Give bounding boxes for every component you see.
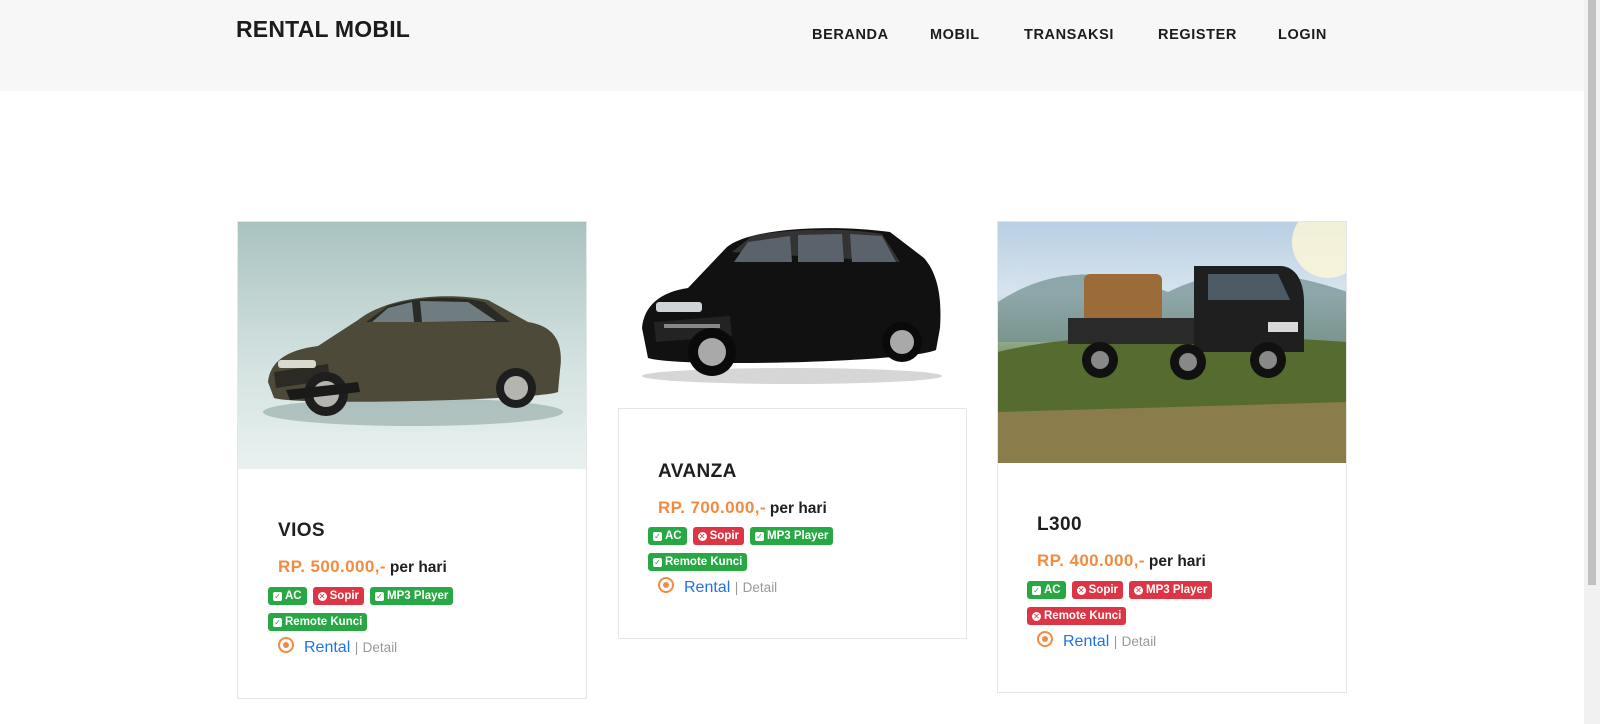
detail-link[interactable]: Detail bbox=[743, 580, 778, 595]
car-image-l300 bbox=[998, 222, 1346, 463]
price-unit: per hari bbox=[389, 559, 447, 576]
main-nav: BERANDA MOBIL TRANSAKSI REGISTER LOGIN bbox=[0, 27, 1584, 49]
nav-login[interactable]: LOGIN bbox=[1278, 27, 1327, 43]
feature-badges: ✓ AC ✕ Sopir ✓ MP3 Player✓ Remote Kunci bbox=[268, 587, 498, 639]
car-name: L300 bbox=[1037, 514, 1082, 535]
page-scrollbar[interactable] bbox=[1584, 0, 1600, 724]
target-icon bbox=[278, 637, 294, 653]
price: RP. 400.000,- bbox=[1037, 551, 1145, 570]
times-circle-icon: ✕ bbox=[1032, 612, 1041, 621]
nav-mobil[interactable]: MOBIL bbox=[930, 27, 980, 43]
target-icon bbox=[1037, 631, 1053, 647]
check-icon: ✓ bbox=[653, 558, 662, 567]
feature-badge-sopir: ✕ Sopir bbox=[1071, 581, 1124, 599]
feature-badge-remote: ✓ Remote Kunci bbox=[268, 613, 368, 631]
feature-badge-remote: ✓ Remote Kunci bbox=[648, 553, 748, 571]
check-icon: ✓ bbox=[755, 532, 765, 541]
mpv-illustration bbox=[642, 228, 942, 384]
check-icon: ✓ bbox=[653, 532, 662, 541]
rental-link[interactable]: Rental bbox=[1063, 633, 1109, 650]
feature-badge-sopir: ✕ Sopir bbox=[692, 527, 745, 545]
separator: | bbox=[1113, 634, 1118, 649]
nav-beranda[interactable]: BERANDA bbox=[812, 27, 889, 43]
car-image-avanza bbox=[630, 218, 952, 388]
car-image-vios bbox=[238, 222, 586, 469]
nav-transaksi[interactable]: TRANSAKSI bbox=[1024, 27, 1114, 43]
feature-badge-ac: ✓ AC bbox=[648, 527, 687, 545]
price: RP. 700.000,- bbox=[658, 498, 766, 517]
rental-link[interactable]: Rental bbox=[684, 579, 730, 596]
times-circle-icon: ✕ bbox=[317, 592, 327, 601]
car-name: AVANZA bbox=[658, 461, 737, 482]
separator: | bbox=[734, 580, 739, 595]
feature-badge-mp3: ✓ MP3 Player bbox=[370, 587, 454, 605]
feature-badge-mp3: ✓ MP3 Player bbox=[750, 527, 834, 545]
car-name: VIOS bbox=[278, 520, 326, 541]
feature-badges: ✓ AC ✕ Sopir ✕ MP3 Player✕ Remote Kunci bbox=[1027, 581, 1257, 633]
rental-link[interactable]: Rental bbox=[304, 639, 350, 656]
feature-badges: ✓ AC ✕ Sopir ✓ MP3 Player✓ Remote Kunci bbox=[648, 527, 878, 579]
feature-badge-ac: ✓ AC bbox=[1027, 581, 1066, 599]
card-actions: Rental | Detail bbox=[1037, 631, 1156, 651]
times-circle-icon: ✕ bbox=[1134, 586, 1144, 595]
times-circle-icon: ✕ bbox=[697, 532, 707, 541]
price-unit: per hari bbox=[769, 500, 827, 517]
price-line: RP. 500.000,- per hari bbox=[278, 557, 447, 577]
card-actions: Rental | Detail bbox=[278, 637, 397, 657]
pickup-illustration bbox=[998, 222, 1346, 463]
price-unit: per hari bbox=[1148, 553, 1206, 570]
feature-badge-mp3: ✕ MP3 Player bbox=[1129, 581, 1213, 599]
feature-badge-remote: ✕ Remote Kunci bbox=[1027, 607, 1127, 625]
check-icon: ✓ bbox=[273, 592, 282, 601]
nav-register[interactable]: REGISTER bbox=[1158, 27, 1237, 43]
sedan-illustration bbox=[263, 296, 563, 426]
target-icon bbox=[658, 577, 674, 593]
feature-badge-sopir: ✕ Sopir bbox=[312, 587, 365, 605]
car-card-avanza: AVANZA RP. 700.000,- per hari ✓ AC ✕ Sopir ✓ M… bbox=[618, 408, 967, 639]
check-icon: ✓ bbox=[1032, 586, 1041, 595]
price-line: RP. 400.000,- per hari bbox=[1037, 551, 1206, 571]
scrollbar-thumb[interactable] bbox=[1588, 0, 1596, 585]
price: RP. 500.000,- bbox=[278, 557, 386, 576]
times-circle-icon: ✕ bbox=[1076, 586, 1086, 595]
separator: | bbox=[354, 640, 359, 655]
check-icon: ✓ bbox=[375, 592, 385, 601]
car-card-vios: VIOS RP. 500.000,- per hari ✓ AC ✕ Sopir ✓ MP3… bbox=[237, 221, 587, 699]
top-navbar: RENTAL MOBIL BERANDA MOBIL TRANSAKSI REG… bbox=[0, 0, 1584, 91]
price-line: RP. 700.000,- per hari bbox=[658, 498, 827, 518]
card-actions: Rental | Detail bbox=[658, 577, 777, 597]
detail-link[interactable]: Detail bbox=[1122, 634, 1157, 649]
feature-badge-ac: ✓ AC bbox=[268, 587, 307, 605]
check-icon: ✓ bbox=[273, 618, 282, 627]
car-card-l300: L300 RP. 400.000,- per hari ✓ AC ✕ Sopir ✕ MP3… bbox=[997, 221, 1347, 693]
detail-link[interactable]: Detail bbox=[363, 640, 398, 655]
